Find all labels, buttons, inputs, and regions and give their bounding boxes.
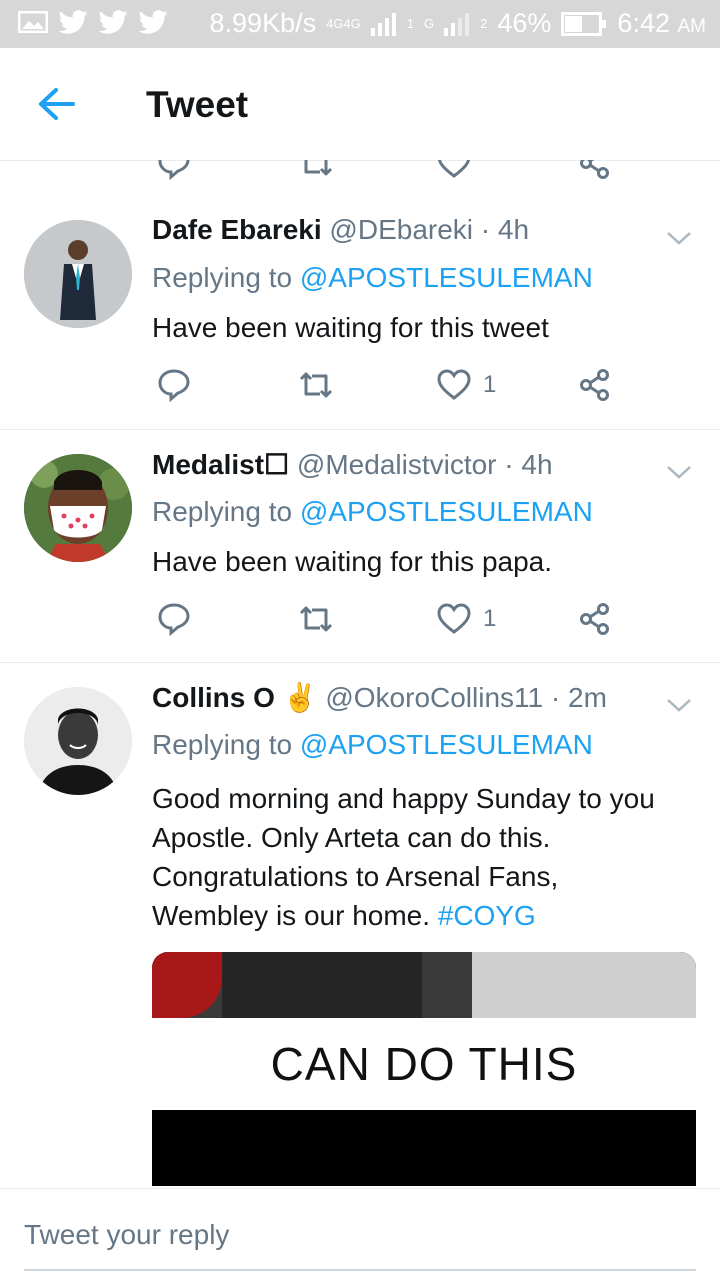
timestamp: 2m — [568, 682, 607, 713]
retweet-icon[interactable] — [298, 368, 334, 402]
status-bar: 8.99Kb/s 4G4G 1 G 2 46% 6:42 AM — [0, 0, 720, 48]
clock: 6:42 AM — [617, 8, 706, 38]
tweet-item[interactable]: Dafe Ebareki @DEbareki · 4h Replying to … — [0, 196, 720, 430]
tweet-actions: 1 — [152, 602, 672, 642]
reply-icon[interactable] — [157, 602, 191, 636]
network-speed: 8.99Kb/s — [209, 8, 317, 38]
page-title: Tweet — [146, 84, 249, 125]
gallery-notification-icon — [18, 11, 48, 33]
chevron-down-icon[interactable] — [666, 462, 692, 482]
sim2-label: G — [424, 16, 435, 31]
tweet-header: Dafe Ebareki @DEbareki · 4h — [152, 214, 529, 246]
app-bar: Tweet — [0, 48, 720, 161]
network-type-1: 4G4G — [326, 16, 361, 31]
tweet-header: Collins O ✌ @OkoroCollins11 · 2m — [152, 681, 607, 714]
separator: · — [550, 682, 561, 713]
reply-input[interactable]: Tweet your reply — [24, 1219, 229, 1251]
username[interactable]: @Medalistvictor — [297, 449, 497, 480]
share-icon[interactable] — [578, 368, 612, 402]
avatar[interactable] — [24, 220, 132, 328]
previous-tweet-actions — [0, 160, 720, 197]
reply-composer[interactable]: Tweet your reply — [0, 1188, 720, 1281]
media-caption: CAN DO THIS — [152, 1018, 696, 1110]
like-icon[interactable] — [437, 602, 471, 636]
mention-link[interactable]: @APOSTLESULEMAN — [300, 262, 593, 293]
media-photo-strip — [152, 952, 696, 1018]
display-name[interactable]: Medalist☐ — [152, 449, 289, 480]
battery-percent: 46% — [497, 8, 552, 38]
tweet-header: Medalist☐ @Medalistvictor · 4h — [152, 448, 553, 481]
separator: · — [480, 214, 491, 245]
arrow-left-icon[interactable] — [36, 86, 76, 122]
tweet-item[interactable]: Medalist☐ @Medalistvictor · 4h Replying … — [0, 430, 720, 663]
username[interactable]: @OkoroCollins11 — [325, 682, 543, 713]
battery-icon — [561, 11, 607, 36]
hashtag-link[interactable]: #COYG — [438, 900, 536, 931]
timestamp: 4h — [521, 449, 553, 480]
sim2-number: 2 — [480, 16, 488, 31]
chevron-down-icon[interactable] — [666, 228, 692, 248]
reply-icon[interactable] — [157, 160, 191, 180]
reply-underline — [24, 1269, 696, 1271]
tweet-actions: 1 — [152, 368, 672, 408]
separator: · — [504, 449, 514, 480]
like-icon[interactable] — [437, 368, 471, 402]
tweet-text: Good morning and happy Sunday to you Apo… — [152, 783, 655, 931]
replying-to: Replying to @APOSTLESULEMAN — [152, 262, 593, 293]
like-count: 1 — [483, 371, 497, 398]
retweet-icon[interactable] — [298, 160, 334, 180]
retweet-icon[interactable] — [298, 602, 334, 636]
avatar[interactable] — [24, 454, 132, 562]
reply-icon[interactable] — [157, 368, 191, 402]
mention-link[interactable]: @APOSTLESULEMAN — [300, 496, 593, 527]
like-count: 1 — [483, 605, 497, 632]
signal-icon-sim1 — [370, 12, 396, 36]
victory-hand-emoji: ✌ — [282, 682, 318, 713]
replying-to: Replying to @APOSTLESULEMAN — [152, 729, 593, 760]
share-icon[interactable] — [578, 602, 612, 636]
display-name[interactable]: Dafe Ebareki — [152, 214, 322, 245]
sim1-number: 1 — [406, 16, 415, 31]
tweet-text: Have been waiting for this papa. — [152, 546, 553, 577]
signal-icon-sim2 — [444, 12, 470, 36]
display-name[interactable]: Collins O — [152, 682, 275, 713]
twitter-notification-icon — [58, 10, 88, 34]
avatar[interactable] — [24, 687, 132, 795]
chevron-down-icon[interactable] — [666, 695, 692, 715]
like-icon[interactable] — [437, 160, 471, 180]
timestamp: 4h — [497, 214, 530, 245]
tweet-media-image[interactable]: CAN DO THIS — [152, 952, 696, 1186]
username[interactable]: @DEbareki — [329, 214, 473, 245]
twitter-notification-icon-3 — [138, 10, 168, 34]
twitter-notification-icon-2 — [98, 10, 128, 34]
mention-link[interactable]: @APOSTLESULEMAN — [300, 729, 593, 760]
share-icon[interactable] — [578, 160, 612, 180]
replying-to: Replying to @APOSTLESULEMAN — [152, 496, 593, 527]
tweet-text: Have been waiting for this tweet — [152, 312, 549, 343]
